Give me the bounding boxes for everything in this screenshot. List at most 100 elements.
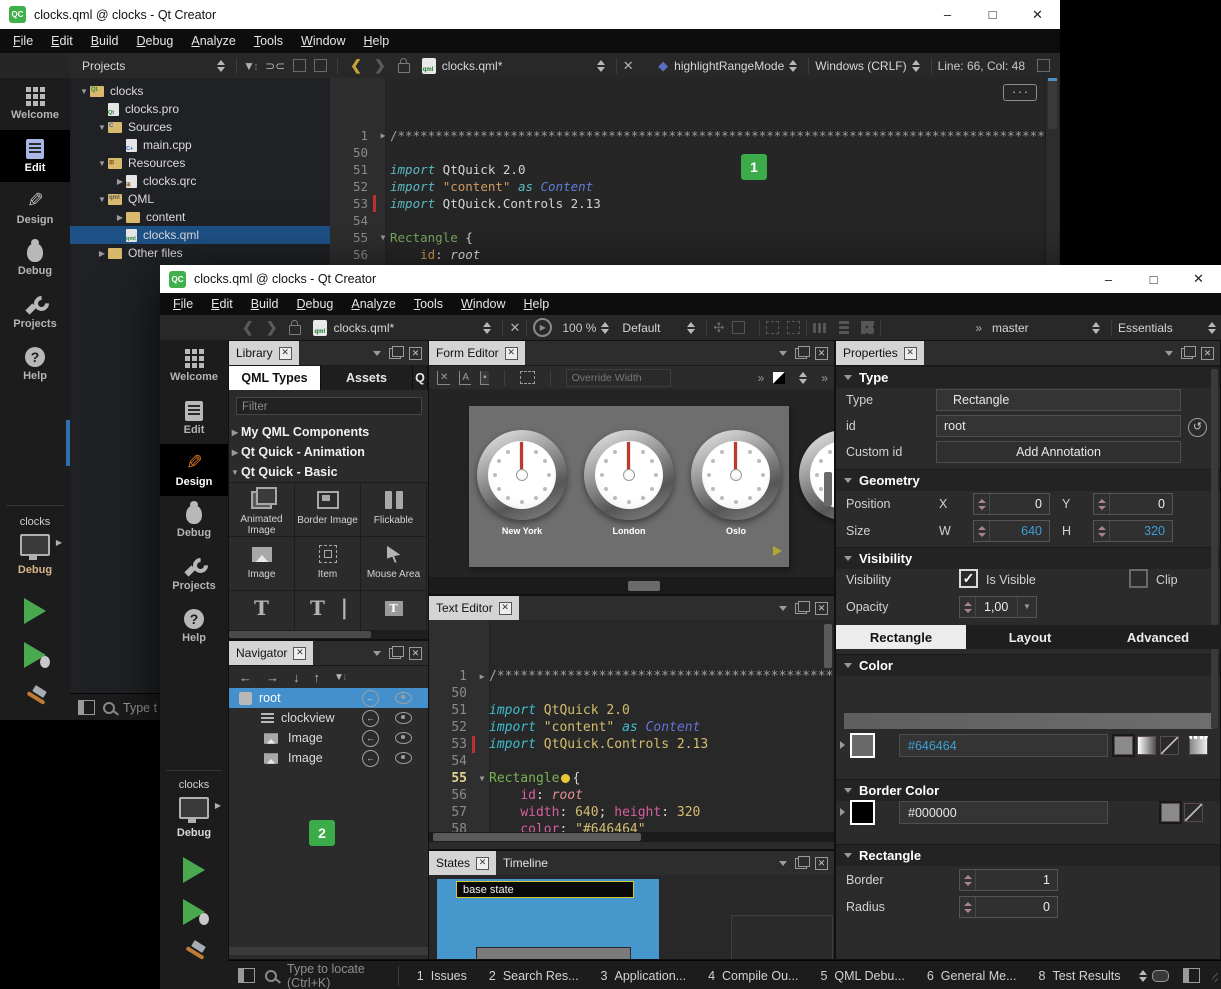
- no-snapping-icon[interactable]: ✕: [437, 371, 450, 385]
- library-item-flickable[interactable]: Flickable: [361, 483, 427, 537]
- is-visible-checkbox[interactable]: ✓: [959, 569, 978, 588]
- form-canvas[interactable]: New YorkLondonOslo: [429, 389, 834, 577]
- color-section-header[interactable]: Color: [836, 654, 1220, 676]
- close-icon[interactable]: ✕: [279, 347, 292, 360]
- sidebar-item-help[interactable]: ?Help: [160, 600, 228, 652]
- branch-selector[interactable]: master: [992, 321, 1087, 335]
- w-spinbox[interactable]: 640: [973, 520, 1050, 542]
- close-panel-icon[interactable]: ✕: [815, 602, 828, 615]
- run-debug-button[interactable]: [181, 899, 207, 925]
- highlight-mode-selector[interactable]: highlightRangeMode: [674, 59, 784, 73]
- base-state-name-input[interactable]: base state: [456, 881, 634, 898]
- transform-icon[interactable]: ✣: [713, 320, 724, 336]
- encoding-selector[interactable]: Windows (CRLF): [815, 59, 906, 73]
- close-panel-icon[interactable]: ✕: [409, 647, 422, 660]
- library-tab-assets[interactable]: Assets: [321, 366, 413, 390]
- move-down-icon[interactable]: ↓: [293, 670, 300, 685]
- transparent-color-button[interactable]: [1160, 736, 1179, 755]
- filter-icon[interactable]: ▼⁞: [243, 59, 257, 73]
- add-annotation-button[interactable]: Add Annotation: [936, 441, 1181, 463]
- fold-icon[interactable]: ▶: [475, 668, 489, 685]
- perspective-stepper[interactable]: [1208, 322, 1216, 334]
- rectangle-section-header[interactable]: Rectangle: [836, 844, 1220, 866]
- navigator-hscrollbar[interactable]: [229, 947, 428, 955]
- clock-oslo[interactable]: Oslo: [691, 430, 781, 520]
- menu-edit[interactable]: Edit: [202, 297, 242, 311]
- navigator-item-image[interactable]: Image←: [229, 748, 428, 768]
- close-document-icon[interactable]: ✕: [509, 320, 520, 336]
- forward-icon[interactable]: ❯: [368, 57, 392, 74]
- panel-menu-icon[interactable]: [373, 351, 381, 356]
- menu-window[interactable]: Window: [452, 297, 514, 311]
- bounding-rect-icon[interactable]: [766, 321, 779, 334]
- visibility-eye-icon[interactable]: [395, 752, 412, 764]
- expander-icon[interactable]: ▼: [78, 87, 90, 96]
- form-editor-tab[interactable]: Form Editor✕: [429, 341, 525, 365]
- toggle-left-pane-icon[interactable]: [78, 700, 95, 715]
- expander-icon[interactable]: ▼: [96, 195, 108, 204]
- tree-item-clocks-qml[interactable]: qmlclocks.qml: [70, 226, 330, 244]
- library-category[interactable]: ▼Qt Quick - Basic: [229, 462, 428, 482]
- build-button[interactable]: [22, 684, 48, 710]
- progress-details-icon[interactable]: [1152, 970, 1170, 982]
- base-state-card[interactable]: base state: [437, 879, 659, 959]
- close-icon[interactable]: ✕: [293, 647, 306, 660]
- tree-item-content[interactable]: ▶content: [70, 208, 330, 226]
- add-state-area[interactable]: [731, 915, 833, 959]
- split-icon[interactable]: [293, 59, 306, 72]
- forward-icon[interactable]: ❯: [260, 319, 284, 336]
- menu-tools[interactable]: Tools: [405, 297, 452, 311]
- close-panel-icon[interactable]: ✕: [409, 347, 422, 360]
- menu-window[interactable]: Window: [292, 34, 354, 48]
- expander-icon[interactable]: ▼: [96, 123, 108, 132]
- library-category[interactable]: ▶My QML Components: [229, 422, 428, 442]
- border-transparent-button[interactable]: [1184, 803, 1203, 822]
- radius-spinbox[interactable]: 0: [959, 896, 1058, 918]
- tree-item-clocks[interactable]: ▼Qtclocks: [70, 82, 330, 100]
- snap-margins-icon[interactable]: ▪: [480, 371, 489, 385]
- branch-stepper[interactable]: [1092, 322, 1100, 334]
- perspective-selector[interactable]: Essentials: [1118, 321, 1203, 335]
- export-icon[interactable]: ←: [362, 730, 379, 747]
- properties-tab[interactable]: Properties✕: [836, 341, 924, 365]
- split-editor-icon[interactable]: [1037, 59, 1050, 72]
- resize-grip[interactable]: [1210, 969, 1218, 982]
- close-panel-icon[interactable]: ✕: [815, 347, 828, 360]
- run-debug-button[interactable]: [22, 642, 48, 668]
- type-section-header[interactable]: Type: [836, 366, 1220, 388]
- style-stepper[interactable]: [687, 322, 695, 334]
- minimize-button[interactable]: –: [1086, 265, 1131, 293]
- encoding-stepper[interactable]: [912, 60, 920, 72]
- type-value-field[interactable]: Rectangle: [936, 389, 1181, 411]
- expander-icon[interactable]: ▶: [229, 448, 241, 457]
- panel-menu-icon[interactable]: [779, 606, 787, 611]
- expander-icon[interactable]: ▶: [229, 428, 241, 437]
- close-button[interactable]: ✕: [1176, 265, 1221, 293]
- menu-tools[interactable]: Tools: [245, 34, 292, 48]
- back-icon[interactable]: ❮: [344, 57, 368, 74]
- menu-debug[interactable]: Debug: [128, 34, 183, 48]
- bounding-rect2-icon[interactable]: [787, 321, 800, 334]
- border-width-spinbox[interactable]: 1: [959, 869, 1058, 891]
- float-panel-icon[interactable]: [389, 348, 401, 359]
- properties-tab-advanced[interactable]: Advanced: [1094, 625, 1221, 649]
- library-tab[interactable]: Library✕: [229, 341, 299, 365]
- back-icon[interactable]: ❮: [236, 319, 260, 336]
- expander-icon[interactable]: ▶: [114, 177, 126, 186]
- export-icon[interactable]: ←: [362, 750, 379, 767]
- library-item-item[interactable]: Item: [295, 537, 361, 591]
- live-preview-icon[interactable]: ▶: [533, 318, 552, 337]
- float-panel-icon[interactable]: [795, 348, 807, 359]
- navigator-item-root[interactable]: root←: [229, 688, 428, 708]
- build-button[interactable]: [181, 939, 207, 965]
- x-spinbox[interactable]: 0: [973, 493, 1050, 515]
- output-pane-issues[interactable]: 1Issues: [417, 969, 467, 983]
- border-solid-button[interactable]: [1161, 803, 1180, 822]
- titlebar[interactable]: QC clocks.qml @ clocks - Qt Creator – □ …: [160, 265, 1221, 293]
- move-right-icon[interactable]: →: [266, 670, 279, 685]
- visibility-eye-icon[interactable]: [395, 692, 412, 704]
- toggle-left-pane-icon[interactable]: [238, 968, 255, 983]
- open-document-selector[interactable]: clocks.qml*: [333, 321, 478, 335]
- visibility-eye-icon[interactable]: [395, 732, 412, 744]
- highlight-stepper[interactable]: [789, 60, 797, 72]
